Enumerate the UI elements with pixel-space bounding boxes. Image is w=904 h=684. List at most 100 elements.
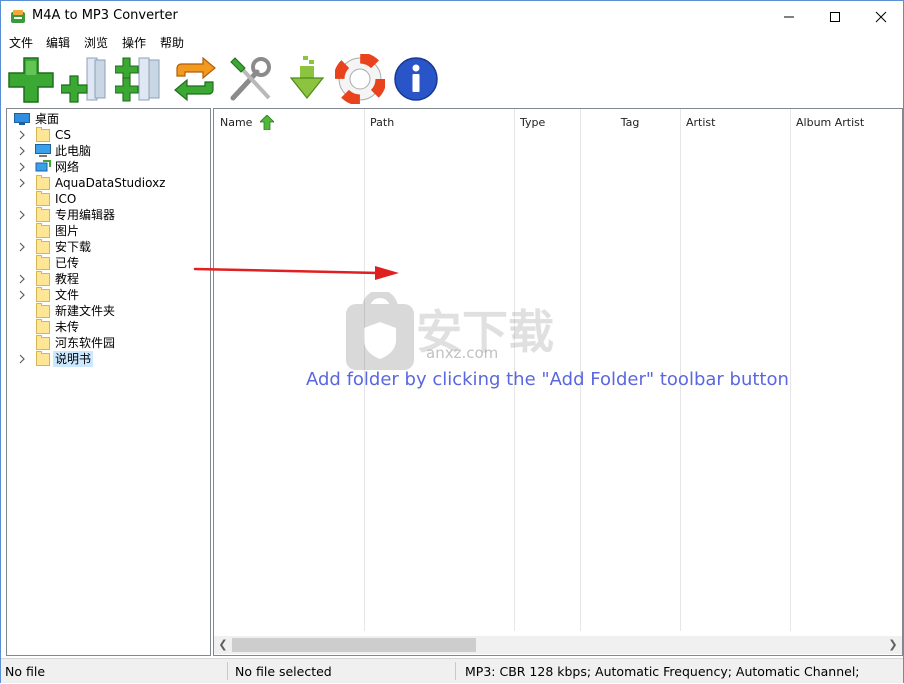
download-button[interactable] xyxy=(283,54,331,104)
status-bar: No file No file selected MP3: CBR 128 kb… xyxy=(1,658,903,683)
scroll-right-icon[interactable]: ❯ xyxy=(886,638,900,652)
download-arrow-icon xyxy=(289,56,325,99)
add-files-button[interactable] xyxy=(7,54,55,104)
folder-icon xyxy=(35,239,51,254)
computer-icon xyxy=(35,144,51,158)
convert-arrows-icon xyxy=(174,56,216,102)
chevron-right-icon[interactable] xyxy=(17,177,27,189)
close-icon xyxy=(875,11,887,22)
tree-item[interactable]: 新建文件夹 xyxy=(7,303,210,319)
add-folder-button[interactable] xyxy=(61,54,109,104)
folder-icon xyxy=(35,207,51,222)
column-header-path[interactable]: Path xyxy=(364,109,514,135)
column-header-tag[interactable]: Tag xyxy=(580,109,680,135)
info-icon xyxy=(394,57,438,101)
tree-item-label: CS xyxy=(55,128,71,142)
app-window: M4A to MP3 Converter 文件 编辑 浏览 操作 帮助 桌面 C… xyxy=(0,0,904,683)
close-button[interactable] xyxy=(858,1,904,32)
watermark: 安下载 xyxy=(344,290,554,375)
plus-folders-icon xyxy=(115,57,160,102)
chevron-right-icon[interactable] xyxy=(17,289,27,301)
menu-edit[interactable]: 编辑 xyxy=(46,34,70,51)
tree-item-label: ICO xyxy=(55,192,77,206)
tree-item[interactable]: 文件 xyxy=(7,287,210,303)
folder-icon xyxy=(35,303,51,318)
tools-icon xyxy=(230,57,271,101)
tree-item[interactable]: 已传 xyxy=(7,255,210,271)
tree-item[interactable]: 此电脑 xyxy=(7,143,210,159)
tree-item[interactable]: 说明书 xyxy=(7,351,210,367)
chevron-right-icon[interactable] xyxy=(17,161,27,173)
tree-item[interactable]: 网络 xyxy=(7,159,210,175)
tree-item-label: AquaDataStudioxz xyxy=(55,176,166,190)
tree-item[interactable]: CS xyxy=(7,127,210,143)
empty-list-hint: Add folder by clicking the "Add Folder" … xyxy=(306,369,789,390)
convert-button[interactable] xyxy=(171,54,219,104)
folder-icon xyxy=(35,271,51,286)
folder-icon xyxy=(35,127,51,142)
tree-item[interactable]: 安下载 xyxy=(7,239,210,255)
column-header-type[interactable]: Type xyxy=(514,109,580,135)
desktop-icon xyxy=(14,113,30,125)
tree-item[interactable]: 图片 xyxy=(7,223,210,239)
about-button[interactable] xyxy=(391,54,439,104)
tree-item[interactable]: 教程 xyxy=(7,271,210,287)
add-folder-recursive-button[interactable] xyxy=(115,54,163,104)
tree-item-label: 河东软件园 xyxy=(55,336,116,350)
column-header-name[interactable]: Name xyxy=(214,109,364,135)
tree-item[interactable]: 河东软件园 xyxy=(7,335,210,351)
window-title: M4A to MP3 Converter xyxy=(32,8,178,23)
chevron-right-icon[interactable] xyxy=(17,273,27,285)
tree-item[interactable]: 未传 xyxy=(7,319,210,335)
folder-icon xyxy=(35,175,51,190)
status-file: No file xyxy=(5,664,46,679)
folder-icon xyxy=(35,191,51,206)
tree-item-label: 教程 xyxy=(55,272,80,286)
menu-browse[interactable]: 浏览 xyxy=(84,34,108,51)
horizontal-scrollbar[interactable]: ❮ ❯ xyxy=(214,636,902,654)
chevron-right-icon[interactable] xyxy=(17,209,27,221)
folder-tree[interactable]: 桌面 CS 此电脑 网络 AquaDataStudioxz ICO 专用编辑器图片 安下载已… xyxy=(6,108,211,656)
tree-item-label: 文件 xyxy=(55,288,80,302)
status-divider xyxy=(455,662,456,680)
plus-folder-icon xyxy=(61,57,106,103)
menu-action[interactable]: 操作 xyxy=(122,34,146,51)
chevron-right-icon[interactable] xyxy=(17,353,27,365)
chevron-right-icon[interactable] xyxy=(17,145,27,157)
title-bar: M4A to MP3 Converter xyxy=(1,1,903,32)
shield-watermark-icon xyxy=(346,290,414,370)
minimize-button[interactable] xyxy=(766,1,812,32)
scroll-left-icon[interactable]: ❮ xyxy=(216,638,230,652)
chevron-right-icon[interactable] xyxy=(17,241,27,253)
maximize-icon xyxy=(830,11,840,22)
maximize-button[interactable] xyxy=(812,1,858,32)
tree-item[interactable]: ICO xyxy=(7,191,210,207)
menu-help[interactable]: 帮助 xyxy=(160,34,184,51)
watermark-url: anxz.com xyxy=(426,344,499,362)
lifebuoy-icon xyxy=(335,54,385,104)
folder-icon xyxy=(35,255,51,270)
menu-bar: 文件 编辑 浏览 操作 帮助 xyxy=(1,32,903,52)
tree-root-label: 桌面 xyxy=(35,112,60,126)
scroll-thumb[interactable] xyxy=(232,638,476,652)
help-button[interactable] xyxy=(335,54,385,104)
chevron-right-icon[interactable] xyxy=(17,129,27,141)
annotation-arrow-icon xyxy=(193,266,399,280)
network-icon xyxy=(35,160,51,174)
status-output-format: MP3: CBR 128 kbps; Automatic Frequency; … xyxy=(465,664,860,679)
file-list[interactable]: Name Path Type Tag Artist Album Artist 安… xyxy=(213,108,903,656)
tree-item[interactable]: AquaDataStudioxz xyxy=(7,175,210,191)
tree-item-label: 图片 xyxy=(55,224,80,238)
column-name-label: Name xyxy=(220,116,253,129)
tree-item[interactable]: 专用编辑器 xyxy=(7,207,210,223)
tree-item-label: 已传 xyxy=(55,256,80,270)
menu-file[interactable]: 文件 xyxy=(9,34,33,51)
column-header-album-artist[interactable]: Album Artist xyxy=(790,109,902,135)
tree-item-label: 网络 xyxy=(55,160,80,174)
tree-root-desktop[interactable]: 桌面 xyxy=(7,111,210,127)
column-divider xyxy=(790,109,791,631)
settings-button[interactable] xyxy=(227,54,275,104)
tree-item-label: 专用编辑器 xyxy=(55,208,116,222)
column-header-artist[interactable]: Artist xyxy=(680,109,790,135)
folder-icon xyxy=(35,335,51,350)
